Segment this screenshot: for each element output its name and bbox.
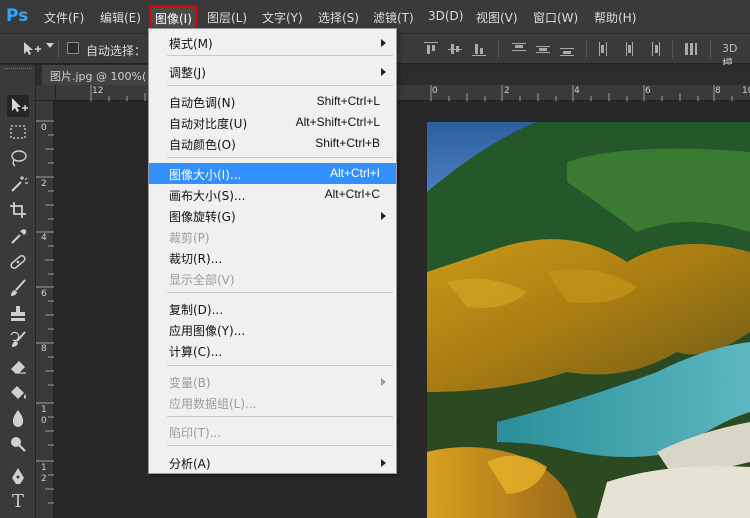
menu-item-crop: 裁剪(P) xyxy=(169,231,210,245)
align-bottom-icon[interactable] xyxy=(472,42,486,56)
distribute-left-icon[interactable] xyxy=(598,42,612,56)
tools-panel: T xyxy=(0,65,36,518)
move-tool-icon[interactable] xyxy=(7,95,29,117)
history-brush-tool-icon[interactable] xyxy=(7,329,29,351)
clone-stamp-tool-icon[interactable] xyxy=(7,303,29,325)
shortcut-label: Alt+Ctrl+C xyxy=(324,187,380,201)
menu-item-auto-color[interactable]: 自动颜色(O) Shift+Ctrl+B xyxy=(149,133,396,154)
menu-item-trap: 陷印(T)... xyxy=(169,426,222,440)
menu-divider xyxy=(167,292,393,293)
document-tab[interactable]: 图片.jpg @ 100%( xyxy=(42,65,155,85)
menu-divider xyxy=(167,157,393,158)
photo-image xyxy=(427,122,750,518)
distribute-right-icon[interactable] xyxy=(646,42,660,56)
toolbar-divider xyxy=(58,40,59,58)
vertical-ruler[interactable]: 0 2 4 6 8 1 0 1 2 xyxy=(36,101,54,518)
submenu-arrow-icon xyxy=(381,39,386,47)
marquee-tool-icon[interactable] xyxy=(7,121,29,143)
landscape-photo[interactable] xyxy=(427,122,750,518)
menu-divider xyxy=(167,445,393,446)
menu-divider xyxy=(167,365,393,366)
move-tool-preset-icon[interactable] xyxy=(20,40,42,58)
brush-tool-icon[interactable] xyxy=(7,277,29,299)
menu-window[interactable]: 窗口(W) xyxy=(533,9,578,26)
shortcut-label: Shift+Ctrl+L xyxy=(316,94,380,108)
auto-align-layers-icon[interactable] xyxy=(684,42,698,56)
blur-tool-icon[interactable] xyxy=(7,407,29,429)
auto-select-label: 自动选择： xyxy=(86,44,147,58)
menu-divider xyxy=(167,85,393,86)
image-menu-dropdown: 模式(M) 调整(J) 自动色调(N) Shift+Ctrl+L 自动对比度(U)… xyxy=(148,28,397,474)
submenu-arrow-icon xyxy=(381,378,386,386)
menu-item-analysis[interactable]: 分析(A) xyxy=(149,452,396,473)
menu-divider xyxy=(167,55,393,56)
menu-item-reveal-all: 显示全部(V) xyxy=(169,273,235,287)
chevron-down-icon[interactable] xyxy=(46,43,54,48)
menu-file[interactable]: 文件(F) xyxy=(44,9,84,26)
auto-select-checkbox[interactable] xyxy=(67,42,79,54)
shortcut-label: Alt+Ctrl+I xyxy=(329,166,380,180)
menu-divider xyxy=(167,416,393,417)
menu-item-apply-image[interactable]: 应用图像(Y)... xyxy=(149,319,396,340)
distribute-vertical-center-icon[interactable] xyxy=(536,42,550,56)
menu-item-image-size[interactable]: 图像大小(I)... Alt+Ctrl+I xyxy=(149,163,396,184)
menu-item-auto-contrast[interactable]: 自动对比度(U) Alt+Shift+Ctrl+L xyxy=(149,112,396,133)
shortcut-label: Shift+Ctrl+B xyxy=(315,136,380,150)
menu-item-trim[interactable]: 裁切(R)... xyxy=(149,247,396,268)
crop-tool-icon[interactable] xyxy=(7,199,29,221)
menu-edit[interactable]: 编辑(E) xyxy=(100,9,141,26)
ruler-origin[interactable] xyxy=(36,85,56,101)
submenu-arrow-icon xyxy=(381,212,386,220)
align-top-icon[interactable] xyxy=(424,42,438,56)
menu-item-variables: 变量(B) xyxy=(149,371,396,392)
menu-help[interactable]: 帮助(H) xyxy=(594,9,636,26)
type-tool-icon[interactable]: T xyxy=(7,491,29,513)
panel-grip[interactable] xyxy=(4,68,32,71)
align-vertical-center-icon[interactable] xyxy=(448,42,462,56)
distribute-top-icon[interactable] xyxy=(512,42,526,56)
menu-type[interactable]: 文字(Y) xyxy=(262,9,303,26)
toolbar-divider xyxy=(586,40,587,58)
menu-item-apply-data-set: 应用数据组(L)... xyxy=(169,397,257,411)
ruler-ticks xyxy=(36,120,54,504)
menu-layer[interactable]: 图层(L) xyxy=(207,9,247,26)
menu-item-image-rotation[interactable]: 图像旋转(G) xyxy=(149,205,396,226)
menu-select[interactable]: 选择(S) xyxy=(318,9,359,26)
distribute-bottom-icon[interactable] xyxy=(560,42,574,56)
dodge-tool-icon[interactable] xyxy=(7,433,29,455)
distribute-horizontal-center-icon[interactable] xyxy=(622,42,636,56)
pen-tool-icon[interactable] xyxy=(7,465,29,487)
menu-item-canvas-size[interactable]: 画布大小(S)... Alt+Ctrl+C xyxy=(149,184,396,205)
menu-item-calculations[interactable]: 计算(C)... xyxy=(149,340,396,361)
menu-image[interactable]: 图像(I) xyxy=(149,5,198,29)
menu-item-adjustments[interactable]: 调整(J) xyxy=(149,61,396,82)
magic-wand-tool-icon[interactable] xyxy=(7,173,29,195)
toolbar-divider xyxy=(672,40,673,58)
shortcut-label: Alt+Shift+Ctrl+L xyxy=(295,115,380,129)
submenu-arrow-icon xyxy=(381,68,386,76)
toolbar-divider xyxy=(710,40,711,58)
eraser-tool-icon[interactable] xyxy=(7,355,29,377)
menu-3d[interactable]: 3D(D) xyxy=(428,9,463,23)
menu-filter[interactable]: 滤镜(T) xyxy=(373,9,414,26)
menu-item-mode[interactable]: 模式(M) xyxy=(149,32,396,53)
menu-view[interactable]: 视图(V) xyxy=(476,9,518,26)
photoshop-logo: Ps xyxy=(6,6,29,26)
toolbar-divider xyxy=(498,40,499,58)
lasso-tool-icon[interactable] xyxy=(7,147,29,169)
menu-item-auto-tone[interactable]: 自动色调(N) Shift+Ctrl+L xyxy=(149,91,396,112)
paint-bucket-tool-icon[interactable] xyxy=(7,381,29,403)
healing-brush-tool-icon[interactable] xyxy=(7,251,29,273)
eyedropper-tool-icon[interactable] xyxy=(7,225,29,247)
submenu-arrow-icon xyxy=(381,459,386,467)
menu-item-duplicate[interactable]: 复制(D)... xyxy=(149,298,396,319)
